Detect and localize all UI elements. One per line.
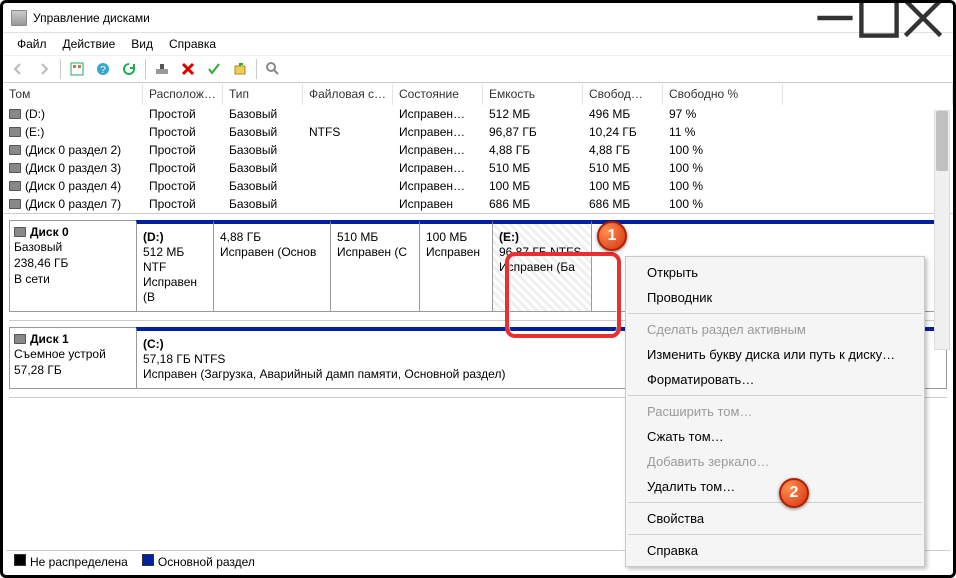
table-row[interactable]: (Диск 0 раздел 2)ПростойБазовыйИсправен……	[3, 141, 953, 159]
menu-shrink[interactable]: Сжать том…	[627, 424, 923, 449]
menu-action[interactable]: Действие	[55, 35, 124, 53]
minimize-button[interactable]	[813, 3, 857, 33]
col-fs[interactable]: Файловая с…	[303, 84, 393, 105]
app-icon	[11, 10, 27, 26]
menu-open[interactable]: Открыть	[627, 260, 923, 285]
col-status[interactable]: Состояние	[393, 84, 483, 105]
wizard-icon[interactable]	[150, 57, 174, 81]
partition-4[interactable]: 100 МБ Исправен	[419, 220, 493, 312]
disk-icon	[14, 334, 26, 344]
volume-icon	[9, 109, 21, 119]
col-capacity[interactable]: Емкость	[483, 84, 583, 105]
volume-icon[interactable]	[228, 57, 252, 81]
menubar: Файл Действие Вид Справка	[3, 33, 953, 55]
menu-help[interactable]: Справка	[161, 35, 224, 53]
table-row[interactable]: (Диск 0 раздел 4)ПростойБазовыйИсправен……	[3, 177, 953, 195]
badge-1: 1	[597, 221, 627, 251]
column-headers: Том Располож… Тип Файловая с… Состояние …	[3, 83, 953, 105]
partition-3[interactable]: 510 МБ Исправен (С	[330, 220, 420, 312]
close-button[interactable]	[901, 3, 945, 33]
disk-info-0[interactable]: Диск 0 Базовый 238,46 ГБ В сети	[9, 220, 137, 312]
menu-help[interactable]: Справка	[627, 538, 923, 563]
col-volume[interactable]: Том	[3, 84, 143, 105]
context-menu: Открыть Проводник Сделать раздел активны…	[625, 256, 925, 567]
volume-icon	[9, 199, 21, 209]
settings-icon[interactable]	[65, 57, 89, 81]
table-row[interactable]: (Диск 0 раздел 3)ПростойБазовыйИсправен……	[3, 159, 953, 177]
swatch-primary	[142, 554, 154, 566]
window-title: Управление дисками	[33, 11, 813, 25]
check-icon[interactable]	[202, 57, 226, 81]
volume-icon	[9, 163, 21, 173]
forward-icon	[32, 57, 56, 81]
disk-icon	[14, 227, 26, 237]
volume-list: Том Располож… Тип Файловая с… Состояние …	[3, 83, 953, 214]
maximize-button[interactable]	[857, 3, 901, 33]
menu-extend: Расширить том…	[627, 399, 923, 424]
volume-icon	[9, 145, 21, 155]
toolbar: ?	[3, 55, 953, 83]
volume-icon	[9, 181, 21, 191]
partition-e[interactable]: (E:) 96,87 ГБ NTFS Исправен (Ба	[492, 220, 592, 312]
svg-text:?: ?	[100, 65, 106, 76]
back-icon	[6, 57, 30, 81]
table-row[interactable]: (Диск 0 раздел 7)ПростойБазовыйИсправен6…	[3, 195, 953, 213]
menu-format[interactable]: Форматировать…	[627, 367, 923, 392]
menu-explorer[interactable]: Проводник	[627, 285, 923, 310]
table-row[interactable]: (E:)ПростойБазовыйNTFSИсправен…96,87 ГБ1…	[3, 123, 953, 141]
partition-d[interactable]: (D:) 512 МБ NTF Исправен (B	[136, 220, 214, 312]
table-row[interactable]: (D:)ПростойБазовыйИсправен…512 МБ496 МБ9…	[3, 105, 953, 123]
refresh-icon[interactable]	[117, 57, 141, 81]
menu-view[interactable]: Вид	[123, 35, 161, 53]
col-layout[interactable]: Располож…	[143, 84, 223, 105]
menu-delete[interactable]: Удалить том…	[627, 474, 923, 499]
delete-icon[interactable]	[176, 57, 200, 81]
volume-icon	[9, 127, 21, 137]
col-free[interactable]: Свобод…	[583, 84, 663, 105]
menu-file[interactable]: Файл	[9, 35, 55, 53]
menu-mirror: Добавить зеркало…	[627, 449, 923, 474]
scrollbar[interactable]	[934, 110, 950, 350]
col-freepct[interactable]: Свободно %	[663, 84, 783, 105]
menu-props[interactable]: Свойства	[627, 506, 923, 531]
swatch-unallocated	[14, 554, 26, 566]
menu-active: Сделать раздел активным	[627, 317, 923, 342]
disk-info-1[interactable]: Диск 1 Съемное устрой 57,28 ГБ	[9, 327, 137, 389]
badge-2: 2	[779, 478, 809, 508]
col-type[interactable]: Тип	[223, 84, 303, 105]
menu-letter[interactable]: Изменить букву диска или путь к диску…	[627, 342, 923, 367]
help-icon[interactable]: ?	[91, 57, 115, 81]
props-icon[interactable]	[261, 57, 285, 81]
titlebar: Управление дисками	[3, 3, 953, 33]
partition-2[interactable]: 4,88 ГБ Исправен (Основ	[213, 220, 331, 312]
